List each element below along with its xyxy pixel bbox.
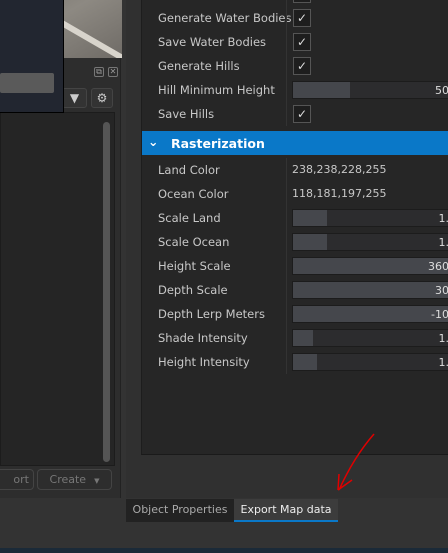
checkmark-icon: ✓ bbox=[296, 107, 308, 121]
property-label: Save Hills bbox=[158, 107, 215, 121]
slider-value: 1. bbox=[438, 212, 448, 225]
status-bar bbox=[0, 548, 448, 553]
property-row: Ocean Color 118,181,197,255 bbox=[142, 182, 448, 206]
property-row: Land Color 238,238,228,255 bbox=[142, 158, 448, 182]
left-panel: ⧉ ✕ ▼ ⚙ ort Create ▼ bbox=[0, 58, 121, 498]
dropdown-arrow-icon: ▼ bbox=[94, 477, 100, 485]
property-label: Ocean Color bbox=[158, 187, 229, 201]
checkmark-icon: ✓ bbox=[296, 35, 308, 49]
property-row: Generate Hills ✓ bbox=[142, 54, 448, 78]
checkbox[interactable]: ✓ bbox=[293, 105, 311, 123]
slider-value: 50 bbox=[435, 84, 448, 97]
section-header-rasterization[interactable]: ⌄ Rasterization bbox=[142, 131, 448, 155]
slider-value: 1. bbox=[438, 236, 448, 249]
chevron-down-icon: ⌄ bbox=[148, 134, 159, 149]
import-button[interactable]: ort bbox=[0, 469, 34, 490]
close-icon[interactable]: ✕ bbox=[108, 67, 118, 77]
slider[interactable]: 30 bbox=[292, 281, 448, 299]
property-row: Shade Intensity 1. bbox=[142, 326, 448, 350]
slider[interactable]: 1. bbox=[292, 233, 448, 251]
popup-input[interactable] bbox=[0, 73, 54, 93]
property-value[interactable]: 238,238,228,255 bbox=[292, 163, 386, 176]
red-arrow-annotation bbox=[337, 433, 375, 491]
property-row: Hill Minimum Height 50 bbox=[142, 78, 448, 102]
property-value[interactable]: 118,181,197,255 bbox=[292, 187, 386, 200]
property-label: Save Water Bodies bbox=[158, 35, 267, 49]
property-label: Generate Water Bodies bbox=[158, 11, 292, 25]
property-label: Height Scale bbox=[158, 259, 231, 273]
object-list[interactable] bbox=[0, 112, 115, 466]
slider[interactable]: 360 bbox=[292, 257, 448, 275]
section-title: Rasterization bbox=[171, 136, 265, 151]
gear-icon: ⚙ bbox=[96, 91, 108, 105]
slider-fill bbox=[293, 210, 327, 226]
filter-button[interactable]: ▼ bbox=[62, 88, 87, 108]
property-row: Depth Lerp Meters -10 bbox=[142, 302, 448, 326]
checkbox[interactable] bbox=[293, 0, 311, 3]
slider[interactable]: -10 bbox=[292, 305, 448, 323]
slider-fill bbox=[293, 234, 327, 250]
checkbox[interactable]: ✓ bbox=[293, 33, 311, 51]
overlay-popup bbox=[0, 0, 64, 113]
checkmark-icon: ✓ bbox=[296, 11, 308, 25]
property-label: Generate Hills bbox=[158, 59, 240, 73]
checkmark-icon: ✓ bbox=[296, 59, 308, 73]
tab-object-properties[interactable]: Object Properties bbox=[126, 499, 234, 522]
property-row: Height Intensity 1. bbox=[142, 350, 448, 374]
slider[interactable]: 50 bbox=[292, 81, 448, 99]
slider-value: 1. bbox=[438, 332, 448, 345]
property-row: Height Scale 360 bbox=[142, 254, 448, 278]
property-label: Hill Minimum Height bbox=[158, 83, 275, 97]
slider-fill bbox=[293, 306, 448, 322]
property-label: Land Color bbox=[158, 163, 220, 177]
slider-fill bbox=[293, 354, 317, 370]
filter-icon: ▼ bbox=[69, 91, 80, 105]
slider-value: 360 bbox=[428, 260, 448, 273]
property-row: Save Hills ✓ bbox=[142, 102, 448, 126]
slider-value: 30 bbox=[435, 284, 448, 297]
checkbox[interactable]: ✓ bbox=[293, 9, 311, 27]
property-label: Depth Scale bbox=[158, 283, 228, 297]
slider-value: -10 bbox=[431, 308, 448, 321]
list-scrollbar[interactable] bbox=[103, 122, 110, 462]
slider[interactable]: 1. bbox=[292, 329, 448, 347]
property-grid: Generate Water Bodies ✓ Save Water Bodies ✓… bbox=[141, 0, 448, 455]
property-row: Scale Land 1. bbox=[142, 206, 448, 230]
property-label: Depth Lerp Meters bbox=[158, 307, 265, 321]
property-label: Shade Intensity bbox=[158, 331, 248, 345]
property-row: Generate Water Bodies ✓ bbox=[142, 6, 448, 30]
slider-fill bbox=[293, 258, 448, 274]
property-row: Scale Ocean 1. bbox=[142, 230, 448, 254]
slider[interactable]: 1. bbox=[292, 209, 448, 227]
tab-export-map-data[interactable]: Export Map data bbox=[234, 499, 338, 522]
slider-fill bbox=[293, 282, 448, 298]
checkbox[interactable]: ✓ bbox=[293, 57, 311, 75]
property-label: Scale Ocean bbox=[158, 235, 230, 249]
slider[interactable]: 1. bbox=[292, 353, 448, 371]
create-label: Create bbox=[49, 473, 87, 486]
slider-fill bbox=[293, 82, 351, 98]
property-row: Depth Scale 30 bbox=[142, 278, 448, 302]
property-label: Scale Land bbox=[158, 211, 221, 225]
settings-button[interactable]: ⚙ bbox=[91, 88, 113, 108]
create-button[interactable]: Create ▼ bbox=[37, 469, 112, 490]
slider-fill bbox=[293, 330, 314, 346]
float-icon[interactable]: ⧉ bbox=[94, 67, 104, 77]
property-row: Save Water Bodies ✓ bbox=[142, 30, 448, 54]
property-label: Height Intensity bbox=[158, 355, 250, 369]
slider-value: 1. bbox=[438, 356, 448, 369]
